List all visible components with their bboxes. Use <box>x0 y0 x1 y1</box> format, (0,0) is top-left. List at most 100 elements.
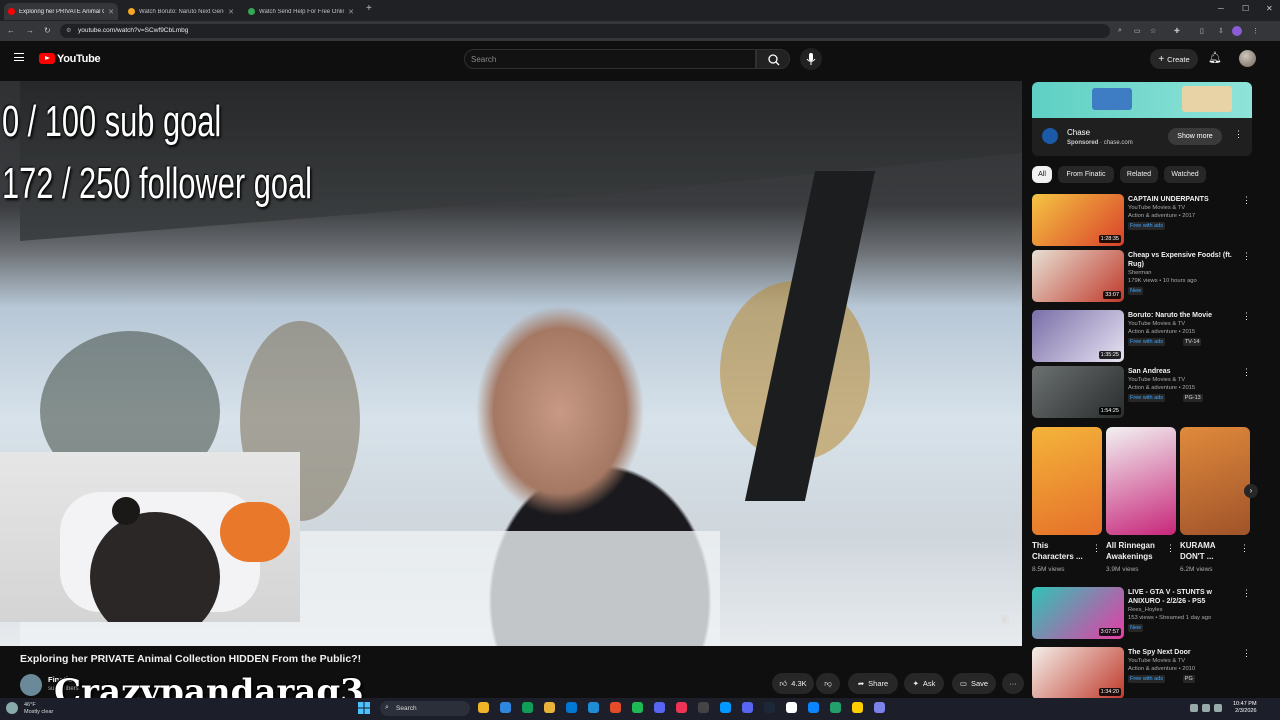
dislike-button[interactable]: 👎︎ <box>816 673 840 694</box>
forward-icon[interactable]: → <box>26 26 34 35</box>
short-title[interactable]: KURAMA DON'T ... <box>1180 540 1238 562</box>
hamburger-menu-icon[interactable] <box>14 53 24 61</box>
more-options-icon[interactable]: ⋮ <box>1242 195 1251 206</box>
notifications-bell-icon[interactable]: 🔔︎ <box>1208 51 1222 64</box>
recommendation-title[interactable]: The Spy Next Door <box>1128 648 1238 657</box>
more-options-icon[interactable]: ⋮ <box>1242 588 1251 599</box>
wifi-icon[interactable] <box>1190 704 1198 712</box>
taskbar-app-icon[interactable] <box>566 702 577 713</box>
menu-dots-icon[interactable]: ⋮ <box>1252 27 1259 35</box>
video-thumbnail[interactable]: 1:28:35 <box>1032 194 1124 246</box>
taskbar-clock[interactable]: 10:47 PM 2/3/2026 <box>1233 701 1257 715</box>
show-more-button[interactable]: Show more <box>1168 128 1222 145</box>
close-tab-icon[interactable]: ✕ <box>348 8 354 16</box>
recommendation-title[interactable]: Boruto: Naruto the Movie <box>1128 311 1238 320</box>
taskbar-search[interactable]: ⌕ Search <box>380 701 470 716</box>
taskbar-app-icon[interactable] <box>676 702 687 713</box>
like-button[interactable]: 👍︎ 4.3K <box>772 673 814 694</box>
shorts-next-arrow-icon[interactable]: › <box>1244 484 1258 498</box>
taskbar-app-icon[interactable] <box>698 702 709 713</box>
taskbar-app-icon[interactable] <box>852 702 863 713</box>
taskbar-app-icon[interactable] <box>654 702 665 713</box>
browser-tab[interactable]: Watch Send Help For Free Online ✕ <box>244 3 358 20</box>
recommendation-item[interactable]: 1:28:35 CAPTAIN UNDERPANTS YouTube Movies … <box>1032 194 1258 246</box>
close-tab-icon[interactable]: ✕ <box>228 8 234 16</box>
more-options-icon[interactable]: ⋮ <box>1242 251 1251 262</box>
video-thumbnail[interactable]: 1:35:25 <box>1032 310 1124 362</box>
maximize-icon[interactable]: ☐ <box>1242 4 1249 13</box>
recommendation-channel[interactable]: Rees_Hoyles <box>1128 607 1162 613</box>
recommendation-channel[interactable]: YouTube Movies & TV <box>1128 658 1185 664</box>
taskbar-app-icon[interactable] <box>522 702 533 713</box>
taskbar-app-icon[interactable] <box>544 702 555 713</box>
taskbar-app-icon[interactable] <box>720 702 731 713</box>
more-options-icon[interactable]: ⋮ <box>1092 543 1101 554</box>
chip-from-finatic[interactable]: From Finatic <box>1058 166 1114 183</box>
recommendation-item[interactable]: 1:34:20 The Spy Next Door YouTube Movies &… <box>1032 647 1258 699</box>
close-window-icon[interactable]: ✕ <box>1266 4 1273 13</box>
channel-avatar[interactable] <box>20 674 42 696</box>
youtube-logo-text[interactable]: YouTube <box>57 53 101 65</box>
windows-start-icon[interactable] <box>358 701 370 714</box>
short-thumbnail[interactable] <box>1032 427 1102 535</box>
taskbar-app-icon[interactable] <box>742 702 753 713</box>
taskbar-app-icon[interactable] <box>808 702 819 713</box>
taskbar-app-icon[interactable] <box>632 702 643 713</box>
chip-all[interactable]: All <box>1032 166 1052 183</box>
recommendation-item[interactable]: 33:07 Cheap vs Expensive Foods! (ft. Rug)… <box>1032 250 1258 302</box>
taskbar-app-icon[interactable] <box>610 702 621 713</box>
more-options-icon[interactable]: ⋮ <box>1242 648 1251 659</box>
extensions-icon[interactable]: ✚ <box>1174 27 1180 35</box>
ask-button[interactable]: ✦ Ask <box>904 673 944 694</box>
weather-icon[interactable] <box>6 702 18 714</box>
taskbar-app-icon[interactable] <box>588 702 599 713</box>
short-thumbnail[interactable] <box>1180 427 1250 535</box>
recommendation-item[interactable]: 1:35:25 Boruto: Naruto the Movie YouTube M… <box>1032 310 1258 362</box>
recommendation-title[interactable]: San Andreas <box>1128 367 1238 376</box>
bookmark-star-icon[interactable]: ☆ <box>1150 27 1156 35</box>
minimize-icon[interactable]: ─ <box>1218 4 1224 13</box>
short-title[interactable]: All Rinnegan Awakenings <box>1106 540 1164 562</box>
recommendation-channel[interactable]: YouTube Movies & TV <box>1128 205 1185 211</box>
more-options-icon[interactable]: ⋮ <box>1240 543 1249 554</box>
recommendation-item[interactable]: 1:54:25 San Andreas YouTube Movies & TV Act… <box>1032 366 1258 418</box>
recommendation-channel[interactable]: YouTube Movies & TV <box>1128 321 1185 327</box>
ad-more-icon[interactable]: ⋮ <box>1234 129 1243 140</box>
cast-icon[interactable]: ▭ <box>1134 27 1141 35</box>
more-options-icon[interactable]: ⋮ <box>1242 367 1251 378</box>
chip-related[interactable]: Related <box>1120 166 1158 183</box>
volume-icon[interactable] <box>1202 704 1210 712</box>
save-button[interactable]: ▭ Save <box>952 673 996 694</box>
share-button[interactable]: ➦ Share <box>848 673 898 694</box>
video-thumbnail[interactable]: 33:07 <box>1032 250 1124 302</box>
recommendation-title[interactable]: Cheap vs Expensive Foods! (ft. Rug) <box>1128 251 1238 269</box>
short-thumbnail[interactable] <box>1106 427 1176 535</box>
recommendation-channel[interactable]: YouTube Movies & TV <box>1128 377 1185 383</box>
voice-search-button[interactable] <box>800 48 822 70</box>
taskbar-app-icon[interactable] <box>874 702 885 713</box>
youtube-logo-icon[interactable] <box>39 53 55 64</box>
more-options-icon[interactable]: ⋮ <box>1166 543 1175 554</box>
chip-watched[interactable]: Watched <box>1164 166 1206 183</box>
close-tab-icon[interactable]: ✕ <box>108 8 114 16</box>
ad-banner-image[interactable] <box>1032 82 1252 118</box>
sidebar-icon[interactable]: ▯ <box>1200 27 1204 35</box>
address-bar[interactable]: ⚙ youtube.com/watch?v=SCwf9CbLmbg <box>60 24 1110 38</box>
more-actions-button[interactable]: ··· <box>1002 673 1024 694</box>
taskbar-app-icon[interactable] <box>500 702 511 713</box>
battery-icon[interactable] <box>1214 704 1222 712</box>
account-avatar[interactable] <box>1239 50 1256 67</box>
taskbar-app-icon[interactable] <box>830 702 841 713</box>
recommendation-item[interactable]: 3:07:57 LIVE - GTA V - STUNTS w ANIXURO -… <box>1032 587 1258 639</box>
new-tab-icon[interactable]: + <box>366 3 372 14</box>
profile-avatar[interactable] <box>1232 26 1242 36</box>
zoom-icon[interactable]: ⌕ <box>1118 27 1122 35</box>
weather-widget[interactable]: 46°F Mostly clear <box>24 702 53 716</box>
recommendation-title[interactable]: LIVE - GTA V - STUNTS w ANIXURO - 2/2/26… <box>1128 588 1238 606</box>
browser-tab-active[interactable]: Exploring her PRIVATE Animal Collection … <box>4 3 118 20</box>
video-thumbnail[interactable]: 3:07:57 <box>1032 587 1124 639</box>
more-options-icon[interactable]: ⋮ <box>1242 311 1251 322</box>
video-thumbnail[interactable]: 1:34:20 <box>1032 647 1124 699</box>
video-thumbnail[interactable]: 1:54:25 <box>1032 366 1124 418</box>
taskbar-app-icon[interactable] <box>786 702 797 713</box>
